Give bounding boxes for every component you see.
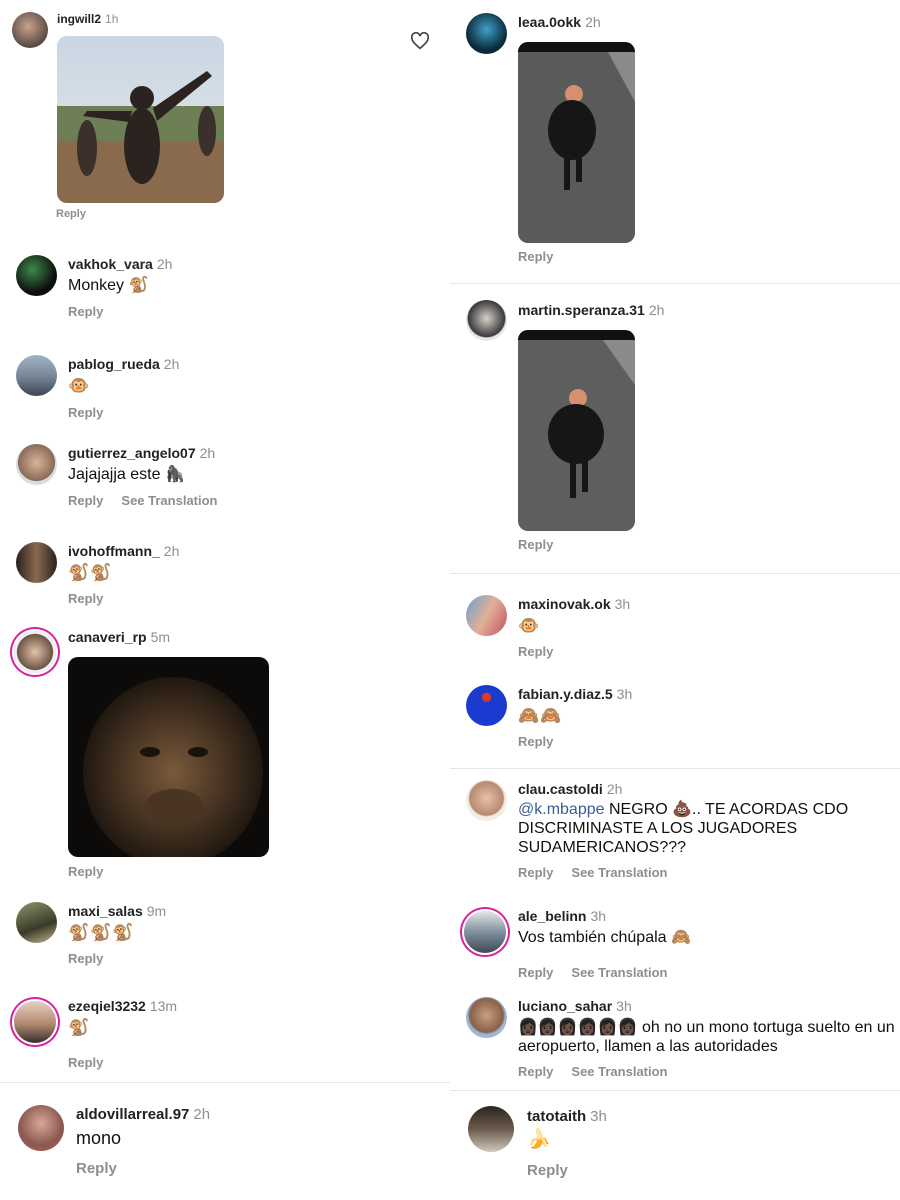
avatar[interactable] (12, 12, 48, 48)
comment-image[interactable] (68, 657, 269, 857)
avatar[interactable] (18, 1105, 64, 1151)
avatar[interactable] (466, 780, 507, 821)
avatar[interactable] (14, 631, 56, 673)
reply-button[interactable]: Reply (68, 304, 103, 319)
see-translation-button[interactable]: See Translation (571, 1064, 667, 1079)
right-comment-column: leaa.0okk2h Reply martin.speranza.312h (450, 0, 900, 1200)
timestamp: 9m (146, 903, 167, 919)
comment-text: mono (76, 1128, 122, 1148)
avatar[interactable] (14, 1001, 56, 1043)
timestamp: 1h (105, 12, 119, 26)
username[interactable]: gutierrez_angelo07 (68, 445, 196, 461)
timestamp: 2h (648, 302, 665, 318)
see-translation-button[interactable]: See Translation (121, 493, 217, 508)
username[interactable]: vakhok_vara (68, 256, 153, 272)
timestamp: 2h (156, 256, 173, 272)
avatar[interactable] (464, 911, 506, 953)
reply-button[interactable]: Reply (68, 951, 103, 966)
reply-button[interactable]: Reply (68, 1055, 103, 1070)
timestamp: 2h (199, 445, 216, 461)
timestamp: 3h (616, 686, 633, 702)
avatar[interactable] (466, 997, 507, 1038)
comment-text: 🐒🐒🐒 (68, 923, 135, 942)
username[interactable]: fabian.y.diaz.5 (518, 686, 613, 702)
comment-text: 🐵 (68, 376, 91, 395)
reply-button[interactable]: Reply (518, 734, 553, 749)
avatar[interactable] (466, 13, 507, 54)
heart-outline-icon[interactable] (410, 32, 430, 50)
avatar[interactable] (466, 300, 507, 341)
timestamp: 2h (163, 543, 180, 559)
reply-button[interactable]: Reply (76, 1160, 117, 1177)
comment-text: 🍌 (527, 1129, 552, 1150)
comment-text: Vos también chúpala 🙈 (518, 929, 691, 946)
timestamp: 2h (606, 781, 623, 797)
timestamp: 2h (163, 356, 180, 372)
username[interactable]: maxi_salas (68, 903, 143, 919)
comment-text: 🐒🐒 (68, 563, 113, 582)
username[interactable]: pablog_rueda (68, 356, 160, 372)
divider (450, 768, 900, 769)
comment-text: @k.mbappe NEGRO 💩.. TE ACORDAS CDO DISCR… (518, 800, 878, 857)
comment-text: Jajajajja este 🦍 (68, 466, 185, 483)
avatar[interactable] (466, 685, 507, 726)
divider (0, 1082, 450, 1083)
avatar[interactable] (16, 444, 57, 485)
username[interactable]: ivohoffmann_ (68, 543, 160, 559)
see-translation-button[interactable]: See Translation (571, 865, 667, 880)
username[interactable]: luciano_sahar (518, 998, 612, 1014)
reply-button[interactable]: Reply (518, 965, 553, 980)
reply-button[interactable]: Reply (68, 405, 103, 420)
username[interactable]: leaa.0okk (518, 14, 581, 30)
username[interactable]: ale_belinn (518, 908, 586, 924)
left-comment-column: ingwill2 1h Reply vakhok_vara 2h Monkey … (0, 0, 450, 1200)
username[interactable]: tatotaith (527, 1108, 586, 1125)
reply-button[interactable]: Reply (527, 1162, 568, 1179)
timestamp: 13m (149, 998, 178, 1014)
timestamp: 3h (590, 908, 607, 924)
comment-text: 🐵 (518, 616, 541, 635)
divider (450, 1090, 900, 1091)
username[interactable]: ingwill2 (57, 12, 101, 26)
avatar[interactable] (16, 542, 57, 583)
timestamp: 2h (193, 1106, 211, 1123)
reply-button[interactable]: Reply (518, 249, 553, 264)
comment-gif-image[interactable] (518, 330, 635, 531)
username[interactable]: maxinovak.ok (518, 596, 611, 612)
comment-gif-image[interactable] (518, 42, 635, 243)
avatar[interactable] (466, 595, 507, 636)
timestamp: 5m (150, 629, 171, 645)
reply-button[interactable]: Reply (56, 208, 86, 220)
username[interactable]: aldovillarreal.97 (76, 1106, 189, 1123)
username[interactable]: canaveri_rp (68, 629, 147, 645)
timestamp: 3h (614, 596, 631, 612)
username[interactable]: martin.speranza.31 (518, 302, 645, 318)
avatar[interactable] (468, 1106, 514, 1152)
comment-text: Monkey 🐒 (68, 277, 149, 294)
reply-button[interactable]: Reply (68, 864, 103, 879)
avatar[interactable] (16, 255, 57, 296)
reply-button[interactable]: Reply (518, 537, 553, 552)
comment-text: 👩🏿👩🏿👩🏿👩🏿👩🏿👩🏿 oh no un mono tortuga suelt… (518, 1019, 895, 1055)
avatar[interactable] (16, 355, 57, 396)
divider (450, 573, 900, 574)
reply-button[interactable]: Reply (518, 865, 553, 880)
reply-button[interactable]: Reply (68, 493, 103, 508)
comment-gif-image[interactable] (57, 36, 224, 203)
avatar[interactable] (16, 902, 57, 943)
reply-button[interactable]: Reply (518, 1064, 553, 1079)
comment-text: 🙈🙈 (518, 706, 563, 725)
username[interactable]: ezeqiel3232 (68, 998, 146, 1014)
comment-text: 🐒 (68, 1018, 91, 1037)
mention-link[interactable]: @k.mbappe (518, 801, 605, 818)
divider (450, 283, 900, 284)
timestamp: 3h (590, 1108, 607, 1125)
see-translation-button[interactable]: See Translation (571, 965, 667, 980)
reply-button[interactable]: Reply (68, 591, 103, 606)
timestamp: 2h (585, 14, 601, 30)
reply-button[interactable]: Reply (518, 644, 553, 659)
timestamp: 3h (616, 998, 632, 1014)
username[interactable]: clau.castoldi (518, 781, 603, 797)
